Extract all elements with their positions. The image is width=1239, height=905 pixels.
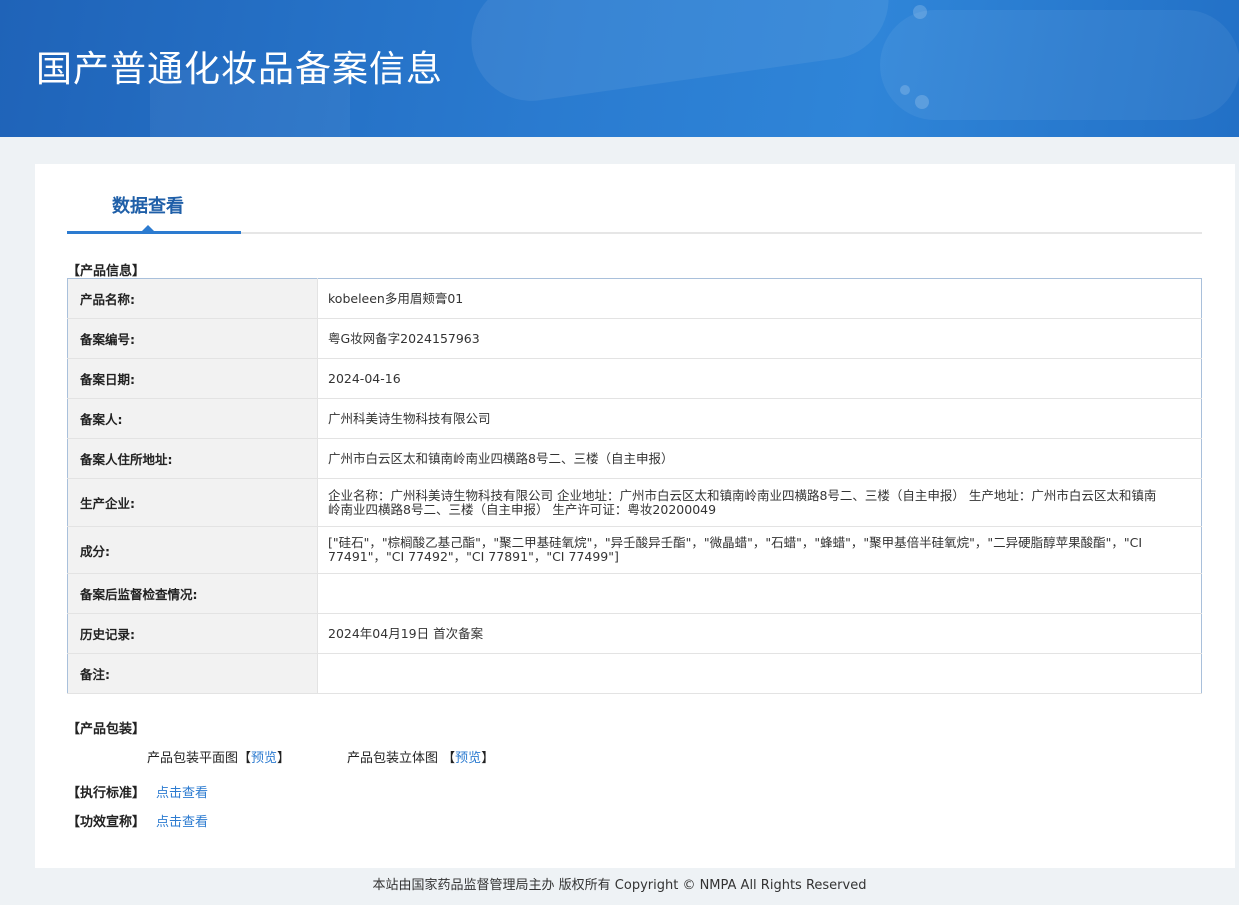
packaging-solid-label: 产品包装立体图 xyxy=(347,751,439,766)
tab-data-view[interactable]: 数据查看 xyxy=(112,192,184,218)
bracket-close: 】 xyxy=(481,751,495,766)
row-value: 企业名称：广州科美诗生物科技有限公司 企业地址：广州市白云区太和镇南岭南业四横路… xyxy=(317,478,1202,527)
efficacy-title: 【功效宣称】 xyxy=(67,815,146,830)
packaging-title: 【产品包装】 xyxy=(67,722,146,737)
row-label: 备注: xyxy=(67,653,318,694)
packaging-solid-row: 产品包装立体图 【预览】 xyxy=(347,747,494,766)
banner-decoration xyxy=(463,0,897,109)
row-value: 2024年04月19日 首次备案 xyxy=(317,613,1202,654)
flat-preview-link[interactable]: 预览 xyxy=(251,751,277,766)
packaging-flat-row: 产品包装平面图【预览】 xyxy=(147,747,290,766)
solid-preview-link[interactable]: 预览 xyxy=(455,751,481,766)
table-row: 备案日期: 2024-04-16 xyxy=(67,358,1202,399)
row-label: 备案后监督检查情况: xyxy=(67,573,318,614)
row-value: 广州科美诗生物科技有限公司 xyxy=(317,398,1202,439)
content-panel: 数据查看 【产品信息】 产品名称: kobeleen多用眉颊膏01 备案编号: … xyxy=(35,164,1235,868)
footer-copyright: 本站由国家药品监督管理局主办 版权所有 Copyright © NMPA All… xyxy=(372,878,867,893)
table-row: 生产企业: 企业名称：广州科美诗生物科技有限公司 企业地址：广州市白云区太和镇南… xyxy=(67,478,1202,527)
row-value xyxy=(317,573,1202,614)
table-row: 历史记录: 2024年04月19日 首次备案 xyxy=(67,613,1202,654)
tab-caret-icon xyxy=(142,225,154,231)
table-row: 产品名称: kobeleen多用眉颊膏01 xyxy=(67,278,1202,319)
table-row: 备案人: 广州科美诗生物科技有限公司 xyxy=(67,398,1202,439)
banner-decoration xyxy=(913,5,927,19)
row-value xyxy=(317,653,1202,694)
row-value: kobeleen多用眉颊膏01 xyxy=(317,278,1202,319)
row-value: 粤G妆网备字2024157963 xyxy=(317,318,1202,359)
efficacy-view-link[interactable]: 点击查看 xyxy=(156,811,208,830)
banner-decoration xyxy=(915,95,929,109)
banner-decoration xyxy=(880,10,1239,120)
header-banner: 国产普通化妆品备案信息 xyxy=(0,0,1239,137)
standard-title: 【执行标准】 xyxy=(67,786,146,801)
bracket-close: 】 xyxy=(277,751,291,766)
table-row: 成分: ["硅石"，"棕榈酸乙基己酯"，"聚二甲基硅氧烷"，"异壬酸异壬酯"，"… xyxy=(67,526,1202,574)
row-value: 2024-04-16 xyxy=(317,358,1202,399)
standard-view-link[interactable]: 点击查看 xyxy=(156,782,208,801)
page-title: 国产普通化妆品备案信息 xyxy=(36,49,444,90)
row-value: ["硅石"，"棕榈酸乙基己酯"，"聚二甲基硅氧烷"，"异壬酸异壬酯"，"微晶蜡"… xyxy=(317,526,1202,574)
row-label: 备案日期: xyxy=(67,358,318,399)
table-row: 备案编号: 粤G妆网备字2024157963 xyxy=(67,318,1202,359)
row-label: 成分: xyxy=(67,526,318,574)
table-row: 备案后监督检查情况: xyxy=(67,573,1202,614)
tab-active-indicator xyxy=(67,231,241,234)
row-value: 广州市白云区太和镇南岭南业四横路8号二、三楼（自主申报） xyxy=(317,438,1202,479)
banner-decoration xyxy=(900,85,910,95)
bracket-open: 【 xyxy=(238,751,252,766)
row-label: 备案人住所地址: xyxy=(67,438,318,479)
product-info-title: 【产品信息】 xyxy=(67,264,146,279)
row-label: 历史记录: xyxy=(67,613,318,654)
row-label: 生产企业: xyxy=(67,478,318,527)
row-label: 产品名称: xyxy=(67,278,318,319)
row-label: 备案编号: xyxy=(67,318,318,359)
bracket-open: 【 xyxy=(442,751,456,766)
product-info-table: 产品名称: kobeleen多用眉颊膏01 备案编号: 粤G妆网备字202415… xyxy=(67,278,1202,694)
table-row: 备注: xyxy=(67,653,1202,694)
packaging-flat-label: 产品包装平面图 xyxy=(147,751,239,766)
table-row: 备案人住所地址: 广州市白云区太和镇南岭南业四横路8号二、三楼（自主申报） xyxy=(67,438,1202,479)
row-label: 备案人: xyxy=(67,398,318,439)
